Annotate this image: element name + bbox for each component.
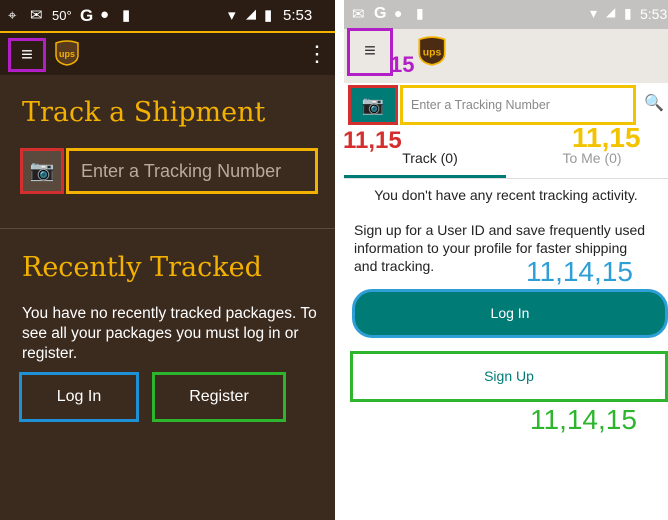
divider [0,228,335,229]
signal-icon: ◢ [246,6,256,21]
annotation-login: 11,14,15 [526,256,633,287]
register-button[interactable]: Register [152,372,286,422]
circle-icon: ● [394,5,403,21]
login-button[interactable]: Log In [352,289,668,338]
annotation-menu: 15 [390,52,415,77]
sd-card-icon: ▮ [122,7,131,24]
circle-icon: ● [100,6,110,23]
svg-text:ups: ups [59,49,75,59]
location-icon: ⌖ [8,7,17,24]
battery-icon: ▮ [624,5,632,21]
more-vert-icon[interactable]: ⋮ [306,40,328,68]
camera-icon[interactable]: 📷 [348,85,398,125]
no-recent-activity-text: You don't have any recent tracking activ… [374,187,638,203]
wifi-icon: ▾ [228,7,236,24]
ups-logo: ups [418,36,446,66]
page-title: Track a Shipment [22,97,266,128]
annotation-input: 11,15 [572,122,641,153]
menu-icon[interactable]: ≡ [347,28,393,76]
google-icon: G [80,6,94,25]
battery-icon: ▮ [264,7,273,24]
menu-icon[interactable]: ≡ [8,38,46,72]
left-screen: ⌖ ✉ 50° G ● ▮ ▾ ◢ ▮ 5:53 ≡ ups ⋮ Track a… [0,0,335,520]
mail-icon: ✉ [30,7,43,24]
camera-icon[interactable]: 📷 [20,148,64,194]
wifi-icon: ▾ [590,5,598,21]
login-button[interactable]: Log In [19,372,139,422]
ups-logo: ups [55,40,79,66]
signup-button[interactable]: Sign Up [350,351,668,402]
google-icon: G [374,5,387,22]
status-bar: ⌖ ✉ 50° G ● ▮ ▾ ◢ ▮ 5:53 [0,0,335,33]
temperature-text: 50° [52,8,72,23]
tab-divider [344,178,668,179]
recently-tracked-title: Recently Tracked [22,252,262,283]
status-bar: ✉ G ● ▮ ▾ ◢ ▮ 5:53 [344,0,668,29]
svg-text:ups: ups [423,48,442,59]
app-bar [0,33,335,75]
no-packages-message: You have no recently tracked packages. T… [22,305,317,362]
tracking-input[interactable]: Enter a Tracking Number [400,85,636,125]
annotation-signup: 11,14,15 [530,404,637,435]
sd-card-icon: ▮ [416,5,424,21]
clock: 5:53 [640,6,668,22]
mail-icon: ✉ [352,6,365,23]
signal-icon: ◢ [606,5,616,19]
search-icon[interactable]: 🔍 [644,93,664,113]
annotation-camera: 11,15 [343,127,402,154]
tracking-input[interactable]: Enter a Tracking Number [66,148,318,194]
clock: 5:53 [283,7,313,24]
